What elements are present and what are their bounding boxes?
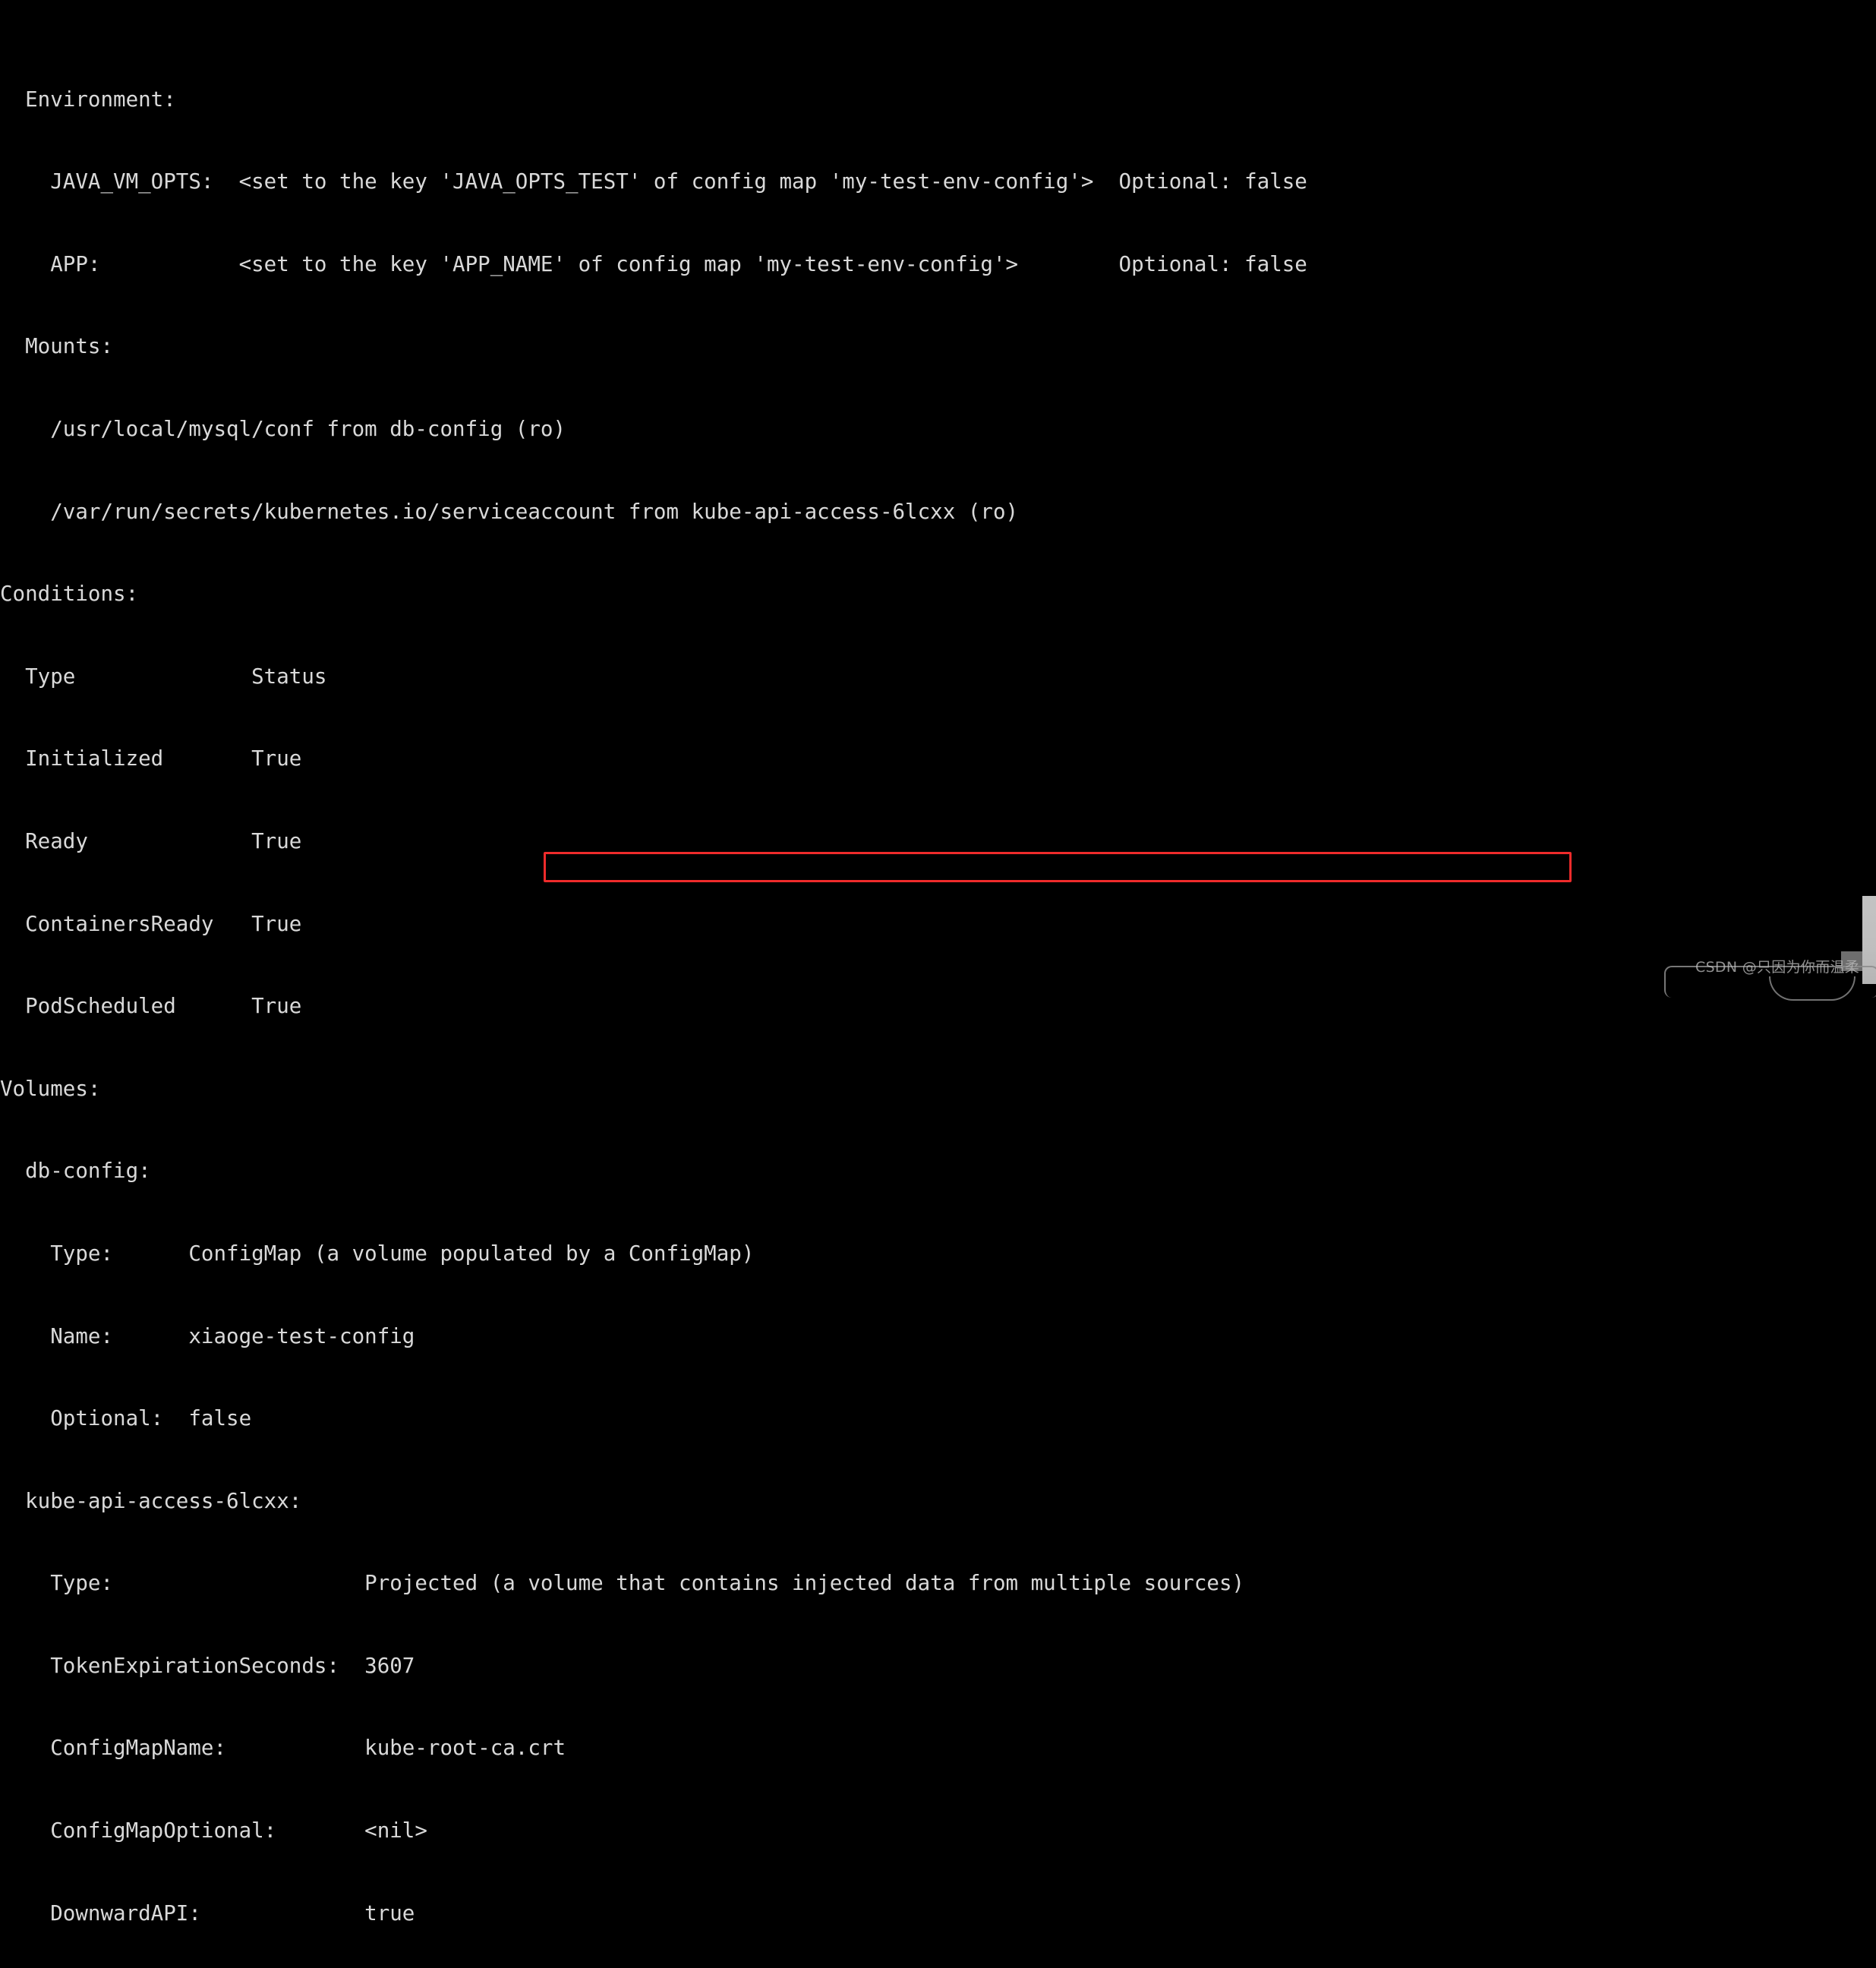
terminal-line: Optional: false <box>0 1406 252 1431</box>
terminal-line: Name: xiaoge-test-config <box>0 1323 415 1348</box>
terminal-line: Conditions: <box>0 582 139 607</box>
terminal-line: APP: <set to the key 'APP_NAME' of confi… <box>0 251 1307 276</box>
terminal-line: db-config: <box>0 1159 151 1184</box>
terminal-line: Type Status <box>0 664 327 689</box>
terminal-line: PodScheduled True <box>0 994 302 1019</box>
terminal-line: ConfigMapOptional: <nil> <box>0 1818 427 1843</box>
terminal-line: kube-api-access-6lcxx: <box>0 1488 302 1513</box>
terminal-line: TokenExpirationSeconds: 3607 <box>0 1653 415 1678</box>
terminal-line: Type: ConfigMap (a volume populated by a… <box>0 1241 755 1266</box>
terminal-line: /var/run/secrets/kubernetes.io/serviceac… <box>0 499 1019 524</box>
terminal-line: Volumes: <box>0 1076 101 1101</box>
terminal-line: Environment: <box>0 87 176 112</box>
terminal-line: Mounts: <box>0 334 114 359</box>
csdn-watermark: CSDN @只因为你而温柔 <box>1695 959 1860 976</box>
terminal-line: ConfigMapName: kube-root-ca.crt <box>0 1736 566 1761</box>
terminal-line: Initialized True <box>0 746 302 771</box>
red-highlight-box <box>544 852 1572 882</box>
terminal-line: JAVA_VM_OPTS: <set to the key 'JAVA_OPTS… <box>0 169 1307 194</box>
terminal-line: Ready True <box>0 828 302 853</box>
terminal-line: DownwardAPI: true <box>0 1900 415 1925</box>
terminal-line: ContainersReady True <box>0 911 302 936</box>
terminal-output[interactable]: Environment: JAVA_VM_OPTS: <set to the k… <box>0 0 1876 1925</box>
terminal-line: Type: Projected (a volume that contains … <box>0 1571 1245 1596</box>
terminal-line: /usr/local/mysql/conf from db-config (ro… <box>0 416 566 441</box>
overlay-window-arc <box>1769 976 1856 1001</box>
